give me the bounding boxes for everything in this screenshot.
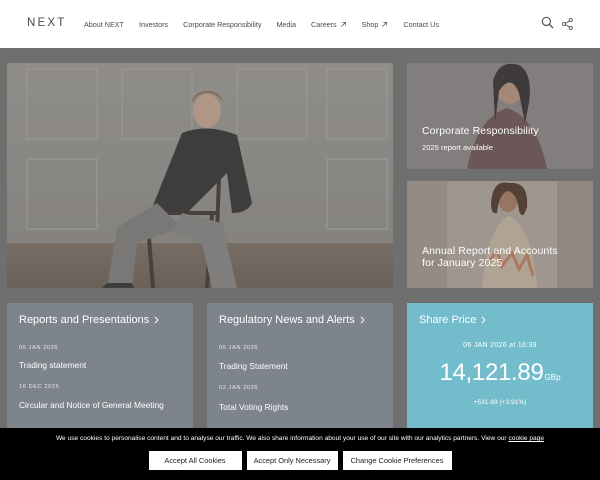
news-link[interactable]: Total Voting Rights	[219, 402, 288, 412]
accept-necessary-cookies-button[interactable]: Accept Only Necessary	[246, 451, 338, 470]
nav-media[interactable]: Media	[276, 20, 296, 29]
report-date: 16 DEC 2025	[19, 384, 60, 390]
main-nav: About NEXT Investors Corporate Responsib…	[84, 0, 454, 48]
cookie-message: We use cookies to personalise content an…	[55, 435, 545, 442]
hero-image[interactable]	[7, 63, 393, 288]
chevron-right-icon	[154, 316, 159, 324]
news-date: 06 JAN 2026	[219, 345, 259, 351]
news-date: 02 JAN 2026	[219, 385, 259, 391]
accept-all-cookies-button[interactable]: Accept All Cookies	[148, 451, 242, 470]
chevron-right-icon	[481, 316, 487, 324]
reports-title[interactable]: Reports and Presentations	[19, 314, 159, 326]
regulatory-title[interactable]: Regulatory News and Alerts	[219, 314, 365, 326]
corporate-responsibility-subtitle: 2025 report available	[422, 143, 493, 152]
annual-report-photo	[407, 181, 593, 288]
share-icon[interactable]	[562, 17, 573, 30]
share-price-card[interactable]: Share Price 06 JAN 2026 at 16:39 14,121.…	[407, 303, 593, 433]
external-link-icon	[340, 21, 347, 28]
share-price-timestamp: 06 JAN 2026 at 16:39	[463, 342, 537, 349]
share-price-value: 14,121.89GBp	[439, 359, 561, 386]
share-price-title[interactable]: Share Price	[419, 314, 487, 326]
external-link-icon	[381, 21, 388, 28]
nav-investors[interactable]: Investors	[139, 20, 168, 29]
nav-shop[interactable]: Shop	[362, 20, 389, 29]
hero-photo	[7, 63, 393, 288]
corporate-responsibility-photo	[407, 63, 593, 169]
nav-contact-us[interactable]: Contact Us	[403, 20, 439, 29]
annual-report-caption: Annual Report and Accounts for January 2…	[422, 245, 558, 269]
annual-report-title-line2: for January 2025	[422, 257, 503, 269]
regulatory-card[interactable]: Regulatory News and Alerts 06 JAN 2026 T…	[207, 303, 393, 433]
site-header: NEXT About NEXT Investors Corporate Resp…	[0, 0, 600, 48]
cookie-buttons: Accept All Cookies Accept Only Necessary…	[0, 451, 600, 470]
annual-report-title-line1: Annual Report and Accounts	[422, 245, 558, 257]
share-price-change: +531.89 (+3.91%)	[473, 399, 527, 406]
news-link[interactable]: Trading Statement	[219, 361, 288, 371]
corporate-responsibility-title: Corporate Responsibility	[422, 125, 539, 137]
annual-report-tile[interactable]: Annual Report and Accounts for January 2…	[407, 181, 593, 288]
cookie-banner: We use cookies to personalise content an…	[0, 428, 600, 480]
report-link[interactable]: Circular and Notice of General Meeting	[19, 400, 164, 410]
report-date: 06 JAN 2026	[19, 345, 59, 351]
report-link[interactable]: Trading statement	[19, 360, 86, 370]
corporate-responsibility-caption: Corporate Responsibility 2025 report ava…	[422, 125, 539, 152]
nav-about[interactable]: About NEXT	[84, 20, 124, 29]
change-cookie-preferences-button[interactable]: Change Cookie Preferences	[342, 451, 452, 470]
chevron-right-icon	[360, 316, 365, 324]
cookie-page-link[interactable]: cookie page	[508, 435, 544, 442]
search-icon[interactable]	[541, 16, 554, 29]
nav-corporate-responsibility[interactable]: Corporate Responsibility	[183, 20, 261, 29]
corporate-responsibility-tile[interactable]: Corporate Responsibility 2025 report ava…	[407, 63, 593, 169]
nav-careers[interactable]: Careers	[311, 20, 347, 29]
reports-card[interactable]: Reports and Presentations 06 JAN 2026 Tr…	[7, 303, 193, 433]
next-logo[interactable]: NEXT	[27, 17, 66, 29]
